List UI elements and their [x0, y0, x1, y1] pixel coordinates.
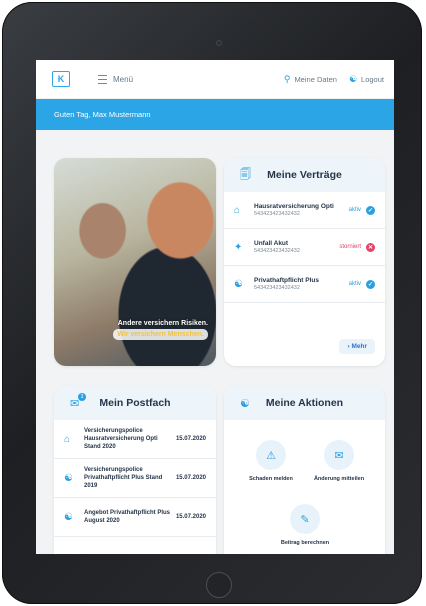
- contract-list: ⌂ Hausratversicherung Opti 543423423432432…: [224, 192, 385, 303]
- greeting-banner: Guten Tag, Max Mustermann: [36, 99, 394, 130]
- mail-row[interactable]: ☯ Versicherungspolice Privathaftpflicht P…: [54, 459, 216, 498]
- contract-number: 543423423432432: [254, 285, 300, 291]
- status-icon: ✓: [366, 205, 375, 215]
- hamburger-icon: [98, 74, 107, 84]
- camera-icon: [216, 40, 222, 46]
- hero-tagline: Andere versichern Risiken. Wir versicher…: [113, 318, 208, 340]
- contract-row[interactable]: ☯ Privathaftpflicht Plus 543423423432432 ak…: [224, 266, 385, 303]
- mailbox-title: Mein Postfach: [99, 397, 171, 409]
- contracts-title: Meine Verträge: [267, 169, 342, 181]
- mailbox-header: ✉ 3 Mein Postfach: [54, 386, 216, 420]
- contract-name: Privathaftpflicht Plus: [254, 277, 320, 284]
- person-icon: ☯: [348, 73, 358, 84]
- mail-date: 15.07.2020: [175, 514, 206, 520]
- tablet-frame: K Menü ⚲ Meine Daten ☯ Logout Guten Tag,…: [2, 2, 422, 604]
- contract-status: aktiv: [348, 207, 361, 213]
- actions-title: Meine Aktionen: [265, 397, 344, 409]
- my-data-link[interactable]: ⚲ Meine Daten: [284, 74, 337, 85]
- contracts-card: 🗐 Meine Verträge ⌂ Hausratversicherung Op…: [224, 158, 385, 366]
- unread-badge: 3: [78, 393, 86, 401]
- action-pencil-button[interactable]: ✎ Beitrag berechnen: [270, 504, 340, 546]
- mail-text: Versicherungspolice Privathaftpflicht Pl…: [84, 467, 163, 489]
- action-label: Änderung mitteilen: [313, 476, 365, 482]
- more-button[interactable]: › Mehr: [339, 339, 375, 354]
- contract-icon: ✦: [234, 241, 243, 253]
- contract-number: 543423423432432: [254, 211, 300, 217]
- contract-icon: ⌂: [234, 204, 241, 216]
- contract-name: Unfall Akut: [254, 240, 289, 247]
- document-icon: 🗐: [240, 168, 251, 181]
- mail-item-icon: ☯: [64, 511, 73, 523]
- action-label: Beitrag berechnen: [280, 540, 330, 546]
- top-navigation: K Menü ⚲ Meine Daten ☯ Logout: [36, 60, 394, 99]
- mail-text: Angebot Privathaftpflicht Plus August 20…: [84, 510, 171, 524]
- mail-date: 15.07.2020: [175, 475, 206, 481]
- mail-item-icon: ☯: [64, 472, 73, 484]
- hero-image: Andere versichern Risiken. Wir versicher…: [54, 158, 216, 366]
- logo[interactable]: K: [52, 71, 70, 87]
- action-envelope-button[interactable]: ✉ Änderung mitteilen: [304, 440, 374, 482]
- menu-button[interactable]: Menü: [98, 74, 134, 84]
- mail-row[interactable]: ⌂ Versicherungspolice Hausratversicherung…: [54, 420, 216, 459]
- hero-tagline-line1: Andere versichern Risiken.: [117, 320, 208, 327]
- mail-list: ⌂ Versicherungspolice Hausratversicherung…: [54, 420, 216, 537]
- user-icon: ⚲: [283, 73, 291, 84]
- person-icon: ☯: [240, 397, 250, 410]
- mail-date: 15.07.2020: [175, 436, 206, 442]
- contract-text: Privathaftpflicht Plus 543423423432432: [254, 277, 349, 291]
- actions-header: ☯ Meine Aktionen: [224, 386, 385, 420]
- app-screen: K Menü ⚲ Meine Daten ☯ Logout Guten Tag,…: [36, 60, 394, 554]
- home-button[interactable]: [206, 572, 232, 598]
- hero-tagline-line2: Wir versichern Menschen.: [113, 329, 208, 340]
- contract-row[interactable]: ✦ Unfall Akut 543423423432432 storniert ✕: [224, 229, 385, 266]
- warning-icon: ⚠: [256, 440, 286, 470]
- mail-row[interactable]: ☯ Angebot Privathaftpflicht Plus August 2…: [54, 498, 216, 537]
- contract-text: Hausratversicherung Opti 543423423432432: [254, 203, 349, 217]
- envelope-icon: ✉: [324, 440, 354, 470]
- contract-row[interactable]: ⌂ Hausratversicherung Opti 543423423432432…: [224, 192, 385, 229]
- status-icon: ✕: [366, 242, 375, 252]
- mailbox-card: ✉ 3 Mein Postfach ⌂ Versicherungspolice H…: [54, 386, 216, 554]
- contract-name: Hausratversicherung Opti: [254, 203, 334, 210]
- logout-label: Logout: [361, 74, 384, 84]
- contracts-header: 🗐 Meine Verträge: [224, 158, 385, 192]
- my-data-label: Meine Daten: [294, 74, 337, 84]
- mail-text: Versicherungspolice Hausratversicherung …: [84, 428, 158, 450]
- actions-card: ☯ Meine Aktionen ⚠ Schaden melden ✉ Änderun…: [224, 386, 385, 554]
- action-label: Schaden melden: [249, 476, 293, 482]
- contract-text: Unfall Akut 543423423432432: [254, 240, 339, 254]
- mail-item-icon: ⌂: [64, 433, 71, 445]
- contract-icon: ☯: [234, 278, 243, 290]
- logout-link[interactable]: ☯ Logout: [349, 74, 384, 85]
- menu-label: Menü: [113, 74, 134, 84]
- contract-status: storniert: [339, 244, 361, 250]
- contract-number: 543423423432432: [254, 248, 300, 254]
- status-icon: ✓: [366, 279, 375, 289]
- contract-status: aktiv: [348, 281, 361, 287]
- action-warning-button[interactable]: ⚠ Schaden melden: [236, 440, 306, 482]
- more-label: Mehr: [351, 343, 367, 350]
- pencil-icon: ✎: [290, 504, 320, 534]
